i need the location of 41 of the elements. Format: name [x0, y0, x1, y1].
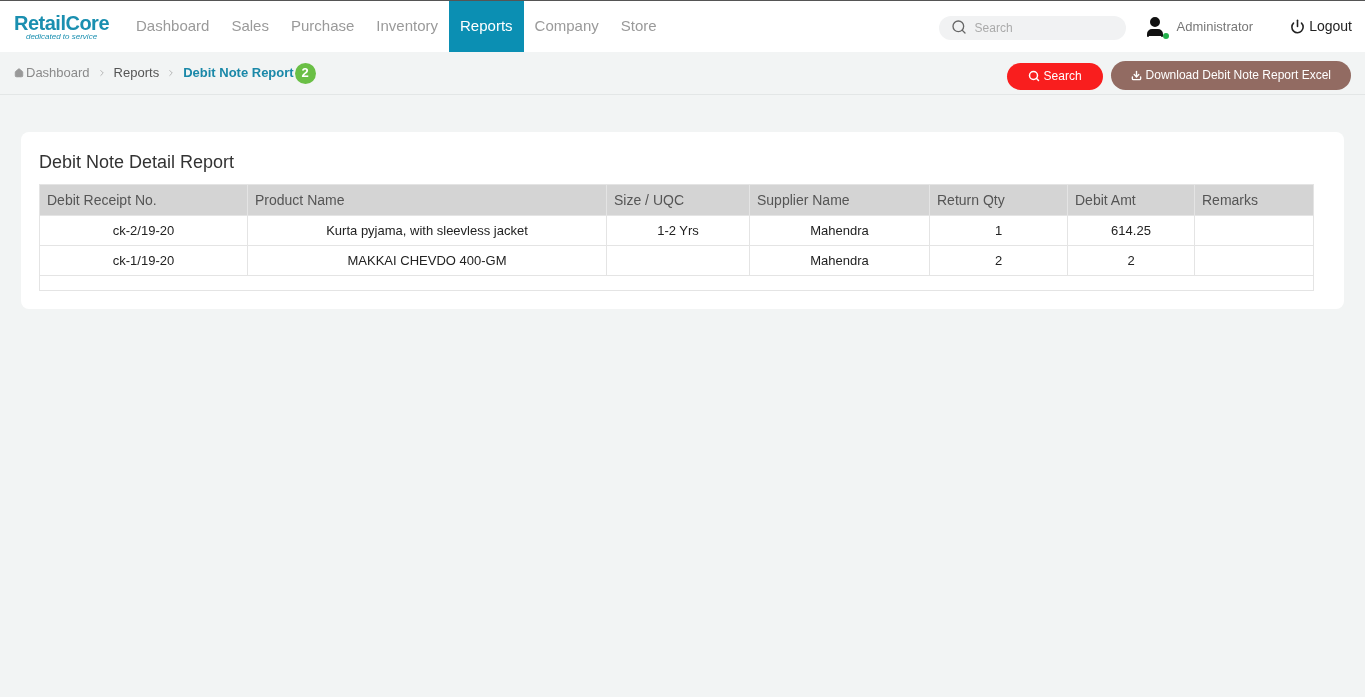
table-cell: Mahendra: [749, 215, 930, 246]
download-icon: [1130, 69, 1142, 81]
report-title: Debit Note Detail Report: [39, 151, 236, 174]
nav-tab[interactable]: Purchase: [279, 1, 366, 52]
power-icon: [1290, 19, 1306, 34]
breadcrumb-link[interactable]: Reports: [113, 63, 160, 83]
table-cell: MAKKAI CHEVDO 400-GM: [247, 245, 607, 276]
table-cell: 1-2 Yrs: [606, 215, 750, 246]
breadcrumb-link[interactable]: Dashboard: [26, 63, 90, 83]
nav-tab[interactable]: Store: [609, 1, 668, 52]
column-header: Debit Amt: [1067, 184, 1195, 216]
search-icon: [1027, 70, 1040, 82]
table-cell: 2: [929, 245, 1068, 276]
column-header: Supplier Name: [749, 184, 930, 216]
table-cell: 1: [929, 215, 1068, 246]
brand-logo[interactable]: RetailCore dedicated to service: [14, 12, 110, 41]
table-cell: ck-2/19-20: [39, 215, 248, 246]
search-field[interactable]: Search: [938, 15, 1126, 40]
download-excel-button[interactable]: Download Debit Note Report Excel: [1110, 60, 1351, 90]
column-header: Return Qty: [929, 184, 1068, 216]
nav-tab[interactable]: Company: [523, 1, 610, 52]
table-cell: Kurta pyjama, with sleevless jacket: [247, 215, 607, 246]
logout-button[interactable]: Logout: [1290, 16, 1352, 37]
search-icon: [950, 18, 967, 35]
nav-tab[interactable]: Reports: [449, 1, 524, 52]
column-header: Product Name: [247, 184, 607, 216]
count-badge: 2: [294, 62, 316, 84]
table-cell: 614.25: [1067, 215, 1195, 246]
column-header: Debit Receipt No.: [39, 184, 248, 216]
table-cell: 2: [1067, 245, 1195, 276]
user-name: Administrator: [1176, 17, 1254, 36]
column-header: Remarks: [1194, 184, 1314, 216]
table-cell: Mahendra: [749, 245, 930, 276]
nav-tab[interactable]: Dashboard: [125, 1, 221, 52]
search-button[interactable]: Search: [1006, 62, 1103, 90]
table-cell: ck-1/19-20: [39, 245, 248, 276]
column-header: Size / UQC: [606, 184, 750, 216]
home-icon: [14, 68, 24, 78]
nav-tab[interactable]: Inventory: [365, 1, 450, 52]
nav-tab[interactable]: Sales: [220, 1, 280, 52]
breadcrumb-link[interactable]: Debit Note Report: [183, 63, 294, 83]
